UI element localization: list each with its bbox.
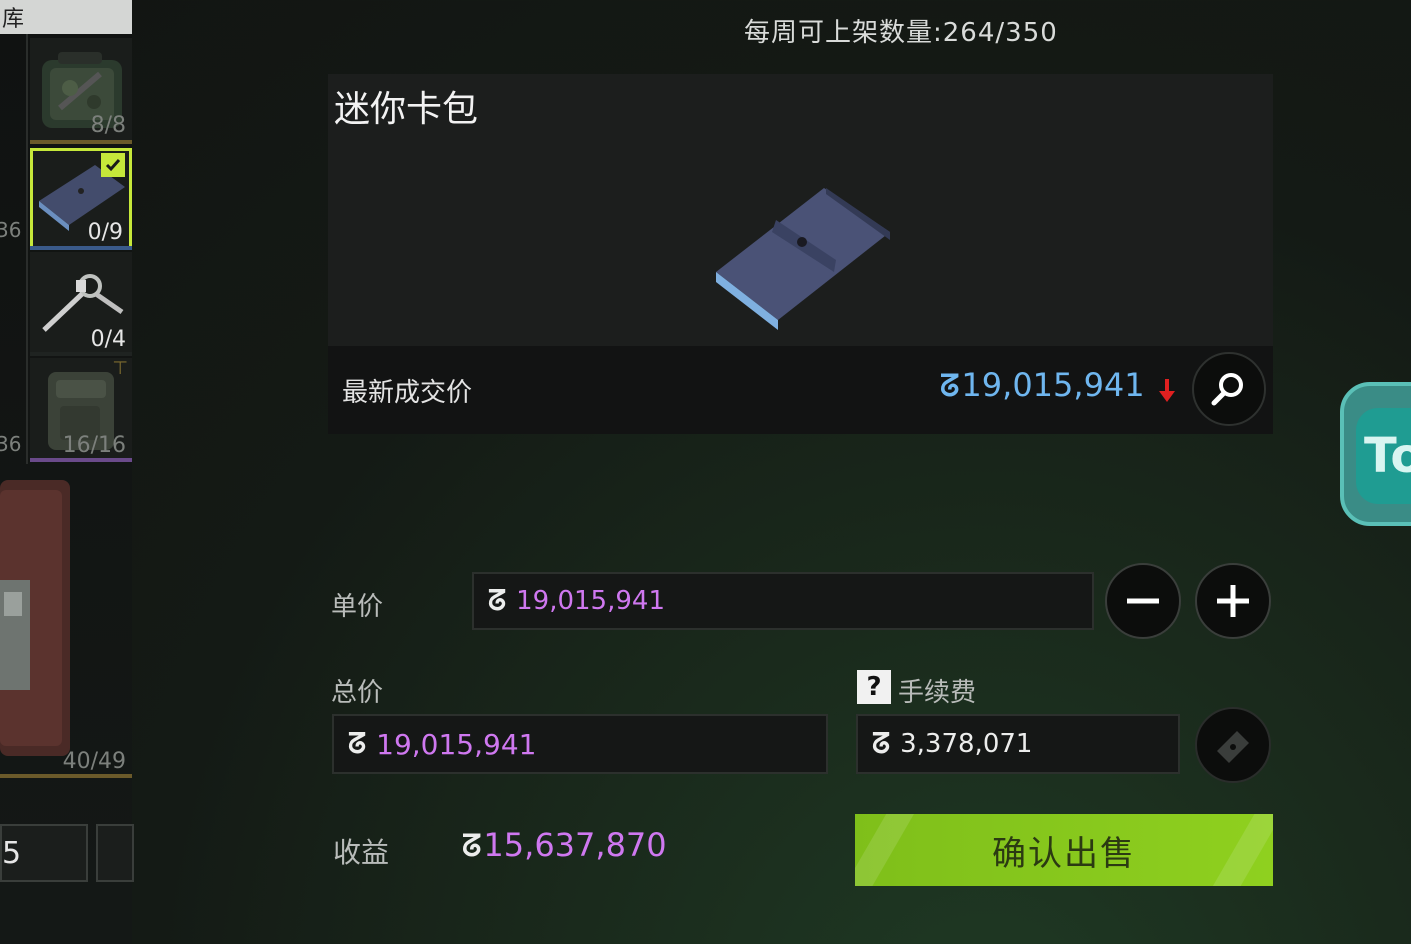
divider bbox=[26, 34, 28, 464]
unit-price-value: 19,015,941 bbox=[516, 586, 665, 616]
inventory-slot-pouch[interactable]: ⊤ 16/16 bbox=[30, 358, 132, 460]
total-price-label: 总价 bbox=[331, 678, 384, 708]
page-button[interactable]: 5 bbox=[0, 824, 88, 882]
fee-label: 手续费 bbox=[898, 678, 977, 708]
inventory-slot-mini-card-wallet[interactable]: 0/9 bbox=[30, 148, 132, 250]
side-number: 36 bbox=[0, 432, 22, 456]
slot-rarity-bar bbox=[30, 140, 132, 144]
slot-rarity-bar bbox=[30, 352, 132, 356]
pin-icon[interactable]: ⊤ bbox=[112, 358, 128, 379]
currency-icon: ᘔ bbox=[488, 584, 507, 617]
price-search-button[interactable] bbox=[1192, 352, 1266, 426]
fee-help-icon[interactable]: ? bbox=[857, 670, 891, 704]
side-float-button[interactable]: To bbox=[1340, 382, 1411, 526]
confirm-sell-button[interactable]: 确认出售 bbox=[855, 814, 1273, 886]
card-wallet-icon bbox=[716, 188, 890, 330]
latest-price-value: 19,015,941 bbox=[961, 366, 1145, 404]
plus-icon bbox=[1217, 585, 1249, 617]
case-icon bbox=[0, 480, 70, 756]
checkmark-icon bbox=[101, 153, 125, 177]
inventory-tab-label: 库 bbox=[2, 7, 25, 32]
fee-ticket-button[interactable] bbox=[1195, 707, 1271, 783]
slot-count: 0/9 bbox=[87, 220, 123, 245]
income-value: 15,637,870 bbox=[483, 826, 667, 864]
fee-field: ᘔ 3,378,071 bbox=[856, 714, 1180, 774]
latest-price: ᘔ19,015,941 bbox=[940, 366, 1145, 404]
item-name: 迷你卡包 bbox=[334, 89, 479, 130]
total-price-value: 19,015,941 bbox=[376, 727, 537, 761]
unit-price-label: 单价 bbox=[331, 592, 384, 622]
inventory-slot-keys[interactable]: 0/4 bbox=[30, 252, 132, 354]
weekly-listing-limit: 每周可上架数量:264/350 bbox=[744, 18, 1058, 48]
fee-help-glyph: ? bbox=[866, 672, 882, 702]
currency-icon: ᘔ bbox=[940, 369, 960, 404]
total-price-field: ᘔ 19,015,941 bbox=[332, 714, 828, 774]
slot-count: 8/8 bbox=[90, 113, 126, 138]
fee-value: 3,378,071 bbox=[900, 729, 1033, 759]
minus-icon bbox=[1127, 598, 1159, 604]
slot-count: 40/49 bbox=[62, 749, 126, 774]
slot-count: 0/4 bbox=[90, 327, 126, 352]
side-float-label: To bbox=[1356, 408, 1411, 504]
increase-price-button[interactable] bbox=[1195, 563, 1271, 639]
search-icon bbox=[1211, 373, 1243, 406]
income: ᘔ15,637,870 bbox=[462, 826, 667, 864]
slot-count: 16/16 bbox=[62, 433, 126, 458]
page-next-button[interactable] bbox=[96, 824, 134, 882]
inventory-slot-case[interactable]: 40/49 bbox=[0, 470, 132, 776]
item-image bbox=[706, 180, 896, 330]
slot-rarity-bar bbox=[30, 458, 132, 462]
latest-price-label: 最新成交价 bbox=[342, 378, 473, 408]
decrease-price-button[interactable] bbox=[1105, 563, 1181, 639]
price-down-arrow-icon bbox=[1158, 379, 1176, 408]
currency-icon: ᘔ bbox=[872, 727, 891, 760]
income-label: 收益 bbox=[333, 836, 390, 869]
slot-rarity-bar bbox=[30, 246, 132, 250]
currency-icon: ᘔ bbox=[348, 727, 367, 760]
currency-icon: ᘔ bbox=[462, 829, 482, 864]
inventory-slot-camo-bag[interactable]: 8/8 bbox=[30, 38, 132, 140]
page-number: 5 bbox=[2, 835, 22, 871]
inventory-tab[interactable]: 库 bbox=[0, 0, 132, 34]
slot-rarity-bar bbox=[0, 774, 132, 778]
ticket-icon bbox=[1217, 731, 1249, 763]
confirm-sell-label: 确认出售 bbox=[992, 833, 1136, 874]
side-number: 36 bbox=[0, 218, 22, 242]
unit-price-field[interactable]: ᘔ 19,015,941 bbox=[472, 572, 1094, 630]
